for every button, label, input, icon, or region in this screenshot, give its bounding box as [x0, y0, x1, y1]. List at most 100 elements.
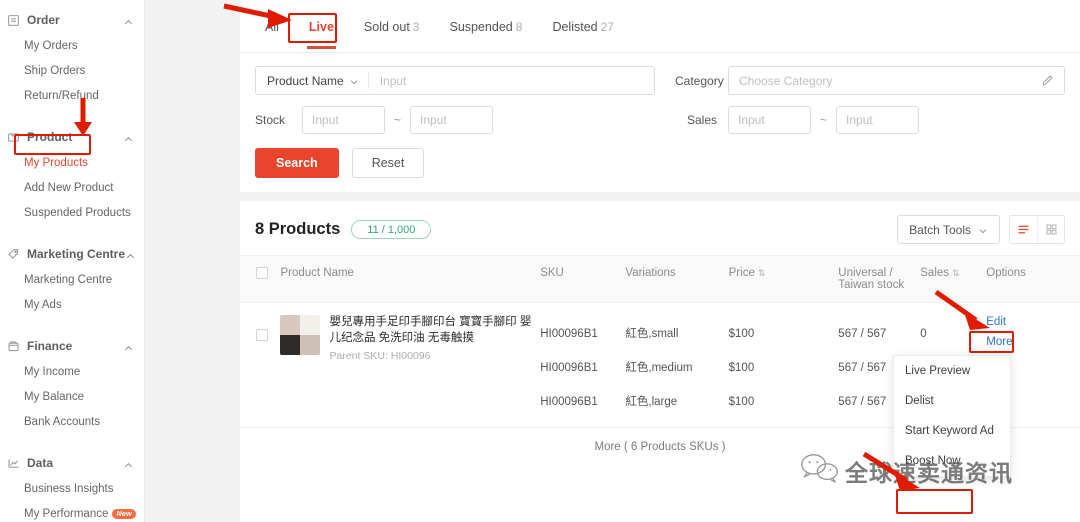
stock-value: 567 / 567 [838, 328, 887, 340]
sort-icon[interactable]: ⇅ [758, 269, 766, 278]
list-view-icon[interactable] [1010, 216, 1037, 243]
tab-live[interactable]: Live [296, 4, 347, 49]
nav-group-data: Data Business Insights My Performance New… [0, 449, 144, 522]
category-placeholder: Choose Category [739, 73, 833, 88]
sku-cell: HI00096B1 HI00096B1 HI00096B1 [540, 302, 626, 428]
nav-group-finance: Finance My Income My Balance Bank Accoun… [0, 332, 144, 435]
price-value: $100 [728, 362, 755, 374]
price-list: $100 $100 $100 [729, 303, 839, 427]
grid-view-icon[interactable] [1037, 216, 1064, 243]
nav-group-label: Order [27, 13, 60, 27]
menu-item-live-preview[interactable]: Live Preview [894, 356, 1010, 386]
nav-group-header-data[interactable]: Data [0, 449, 144, 477]
sidebar-item-ship-orders[interactable]: Ship Orders [0, 59, 144, 84]
sidebar-item-marketing-centre[interactable]: Marketing Centre [0, 268, 144, 293]
filter-sales-group: Sales Input ~ Input [675, 106, 1065, 134]
view-toggle [1009, 215, 1065, 244]
nav-group-product: Product My Products Add New Product Susp… [0, 123, 144, 226]
nav-group-marketing-centre: Marketing Centre Marketing Centre My Ads [0, 240, 144, 318]
sidebar-item-my-orders[interactable]: My Orders [0, 34, 144, 59]
header-sales[interactable]: Sales ⇅ [920, 255, 987, 303]
category-label: Category [675, 73, 724, 88]
nav-group-order: Order My Orders Ship Orders Return/Refun… [0, 6, 144, 109]
search-keyword-input[interactable]: Input [369, 74, 407, 88]
sidebar-item-my-income[interactable]: My Income [0, 360, 144, 385]
chevron-up-icon [123, 341, 134, 352]
nav-group-header-product[interactable]: Product [0, 123, 144, 151]
variation-value: 紅色,small [625, 328, 679, 340]
tab-label: All [265, 19, 279, 34]
more-link[interactable]: More [986, 336, 1080, 348]
select-all-checkbox[interactable] [256, 267, 268, 279]
stock-min-input[interactable]: Input [302, 106, 385, 134]
chevron-up-icon [125, 249, 136, 260]
nav-group-label: Marketing Centre [27, 247, 126, 261]
filter-panel: Product Name Input Category Choose Categ… [240, 53, 1080, 192]
reset-button[interactable]: Reset [351, 148, 425, 178]
product-name[interactable]: 嬰兒專用手足印手腳印台 寶寶手腳印 婴儿纪念品 免洗印油 无毒触摸 [329, 315, 532, 346]
sales-min-input[interactable]: Input [728, 106, 811, 134]
stock-label: Stock [255, 113, 286, 127]
sidebar: Order My Orders Ship Orders Return/Refun… [0, 0, 145, 522]
price-cell: $100 $100 $100 [728, 302, 839, 428]
sku-value: HI00096B1 [540, 396, 598, 408]
nav-group-label: Product [27, 130, 73, 144]
quota-badge: 11 / 1,000 [351, 220, 432, 239]
search-field-select[interactable]: Product Name [256, 72, 369, 89]
tab-suspended[interactable]: Suspended 8 [436, 4, 535, 49]
tab-count: 27 [600, 19, 614, 34]
sidebar-item-my-ads[interactable]: My Ads [0, 293, 144, 318]
list-header-actions: Batch Tools [897, 215, 1065, 244]
row-checkbox[interactable] [256, 329, 268, 341]
tab-all[interactable]: All [252, 4, 292, 49]
price-value: $100 [728, 396, 755, 408]
expand-skus-label: More ( 6 Products SKUs ) [594, 441, 726, 453]
tab-delisted[interactable]: Delisted 27 [539, 4, 627, 49]
header-price[interactable]: Price ⇅ [728, 255, 839, 303]
batch-tools-button[interactable]: Batch Tools [897, 215, 1000, 244]
tab-sold-out[interactable]: Sold out 3 [351, 4, 433, 49]
sidebar-item-suspended-products[interactable]: Suspended Products [0, 201, 144, 226]
category-select[interactable]: Choose Category [728, 66, 1065, 95]
nav-group-label: Finance [27, 339, 73, 353]
product-table-head: Product Name SKU Variations Price ⇅ Unive… [240, 255, 1080, 303]
filter-actions: Search Reset [255, 148, 1065, 178]
sidebar-item-bank-accounts[interactable]: Bank Accounts [0, 410, 144, 435]
tab-label: Delisted [552, 19, 598, 34]
nav-group-header-finance[interactable]: Finance [0, 332, 144, 360]
nav-group-header-order[interactable]: Order [0, 6, 144, 34]
sidebar-item-add-new-product[interactable]: Add New Product [0, 176, 144, 201]
search-button[interactable]: Search [255, 148, 339, 178]
chevron-up-icon [123, 458, 134, 469]
sidebar-item-my-balance[interactable]: My Balance [0, 385, 144, 410]
table-header-row: Product Name SKU Variations Price ⇅ Unive… [240, 255, 1080, 303]
main-content: All Live Sold out 3 Suspended 8 Delisted 27 [240, 0, 1080, 522]
header-sku: SKU [540, 255, 626, 303]
menu-item-start-keyword-ad[interactable]: Start Keyword Ad [894, 416, 1010, 446]
sidebar-item-return-refund[interactable]: Return/Refund [0, 84, 144, 109]
product-search-input-group[interactable]: Product Name Input [255, 66, 655, 95]
chevron-down-icon [978, 225, 988, 235]
menu-item-boost-now[interactable]: Boost Now [894, 446, 1010, 476]
tab-count: 3 [412, 19, 420, 34]
menu-item-delist[interactable]: Delist [894, 386, 1010, 416]
sidebar-item-business-insights[interactable]: Business Insights [0, 477, 144, 502]
filter-category-group: Category Choose Category [675, 66, 1065, 95]
stock-max-input[interactable]: Input [410, 106, 494, 134]
chevron-up-icon [123, 132, 134, 143]
sku-list: HI00096B1 HI00096B1 HI00096B1 [540, 303, 625, 427]
seller-dashboard: Order My Orders Ship Orders Return/Refun… [0, 0, 1080, 522]
sidebar-item-my-performance[interactable]: My Performance New [0, 502, 144, 522]
product-text: 嬰兒專用手足印手腳印台 寶寶手腳印 婴儿纪念品 免洗印油 无毒触摸 Parent… [329, 315, 532, 362]
sidebar-item-my-products[interactable]: My Products [0, 151, 144, 176]
sort-icon[interactable]: ⇅ [952, 269, 960, 278]
pencil-icon[interactable] [1041, 74, 1054, 87]
product-info: 嬰兒專用手足印手腳印台 寶寶手腳印 婴儿纪念品 免洗印油 无毒触摸 Parent… [280, 303, 540, 374]
nav-group-header-marketing-centre[interactable]: Marketing Centre [0, 240, 144, 268]
variation-value: 紅色,large [625, 396, 678, 408]
edit-link[interactable]: Edit [986, 316, 1080, 328]
sales-max-input[interactable]: Input [836, 106, 920, 134]
